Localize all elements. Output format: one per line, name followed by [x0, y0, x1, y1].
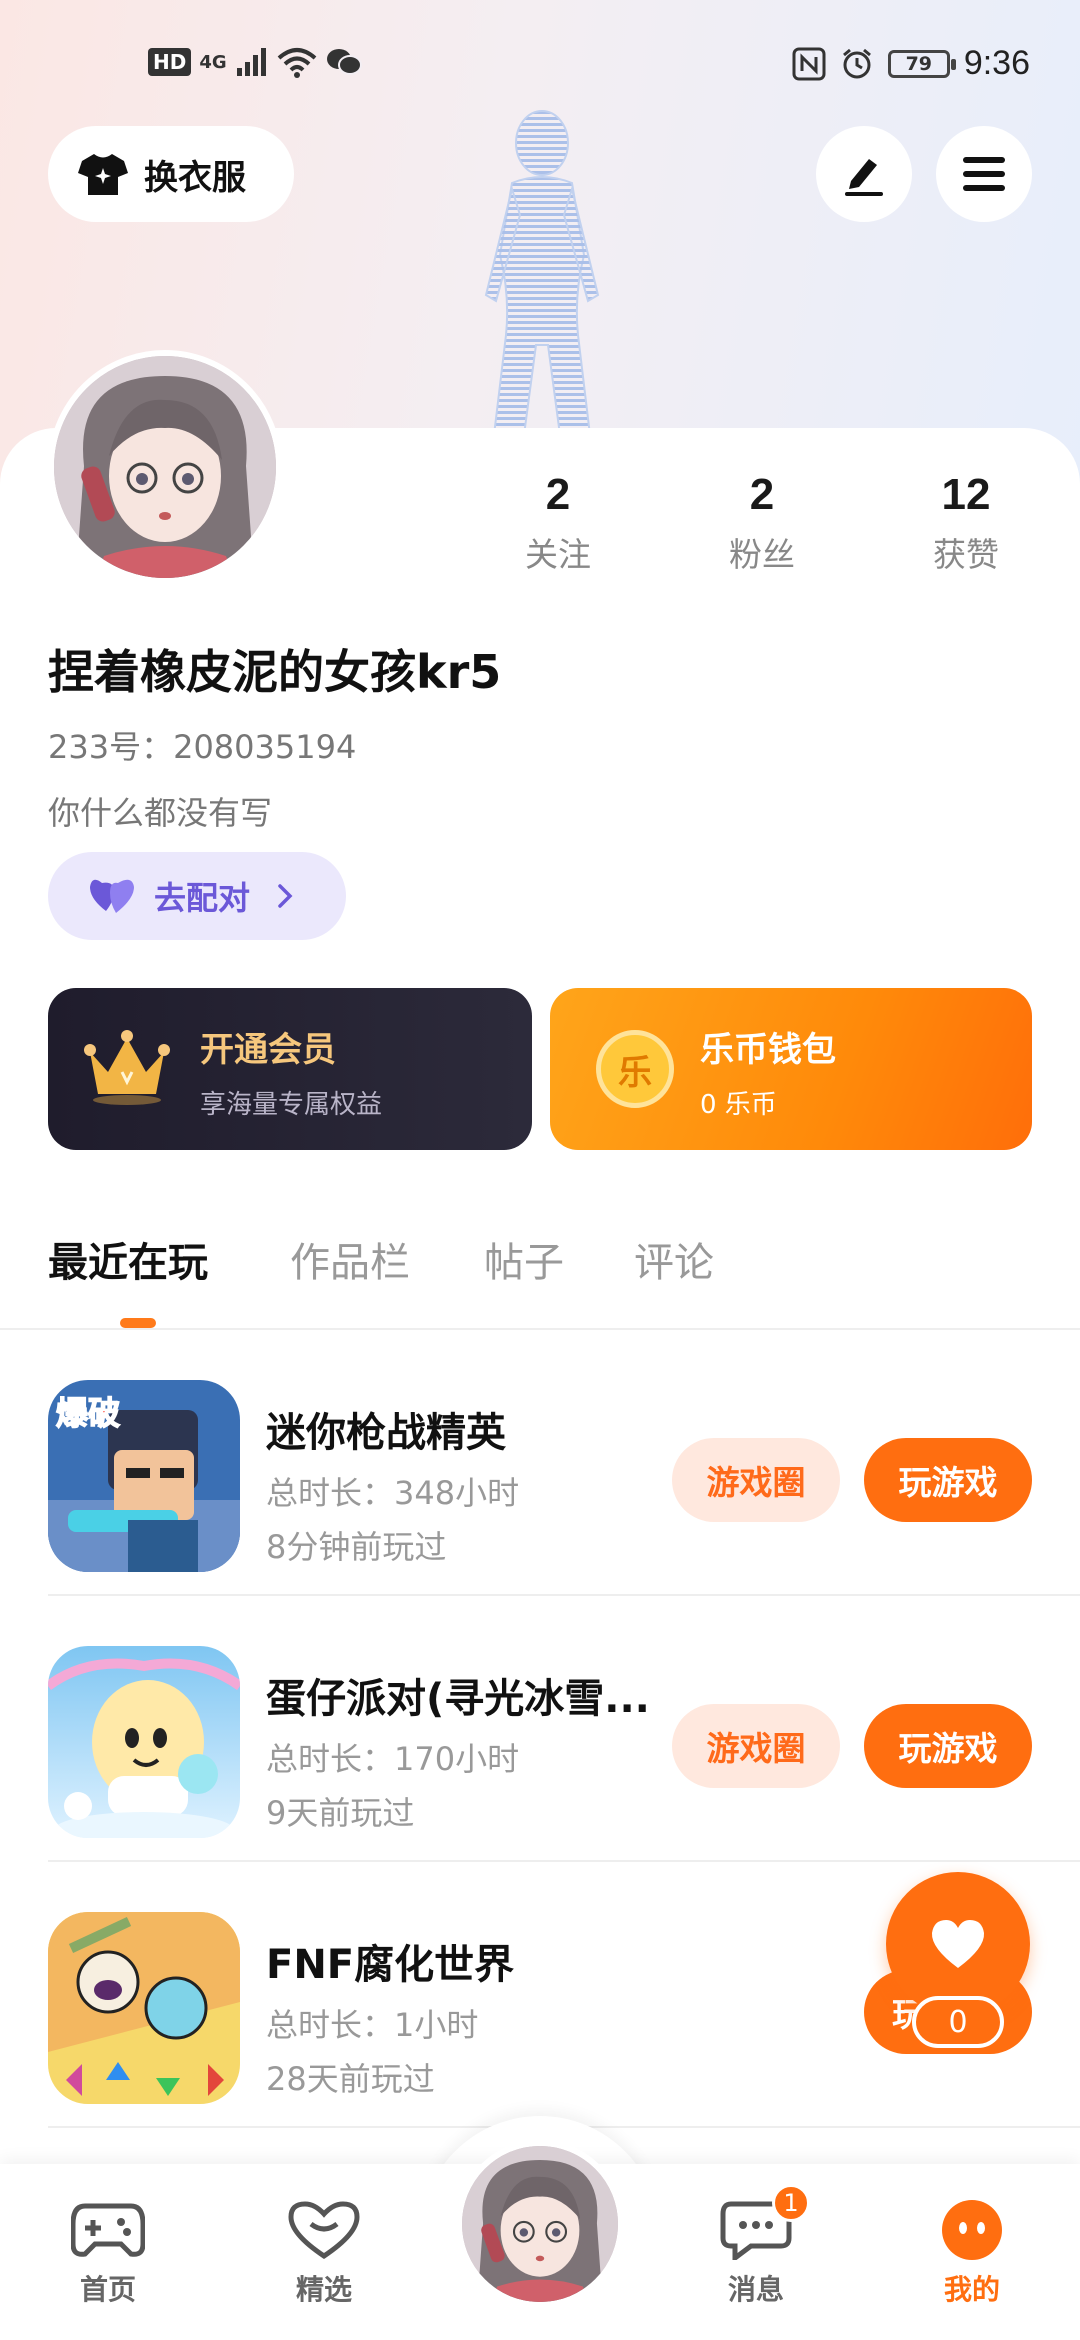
nav-messages[interactable]: 消息 [686, 2200, 826, 2308]
game-name: FNF腐化世界 [266, 1942, 515, 1988]
stat-label: 关注 [525, 535, 591, 574]
signal-icon [236, 48, 266, 76]
crown-icon [84, 1030, 170, 1105]
wallet-subtitle: 0 乐币 [700, 1090, 777, 1120]
profile-avatar[interactable] [48, 350, 282, 584]
nav-mine-label: 我的 [943, 2273, 1000, 2306]
tab-works[interactable]: 作品栏 [290, 1230, 410, 1288]
hologram-figure-image[interactable] [450, 105, 635, 435]
avatar-illustration [54, 356, 276, 578]
pencil-icon [845, 159, 883, 196]
game-name: 迷你枪战精英 [266, 1410, 506, 1456]
vip-card[interactable]: 开通会员 享海量专属权益 [48, 988, 532, 1150]
vip-subtitle: 享海量专属权益 [200, 1090, 383, 1120]
game-duration: 总时长：170小时 [266, 1740, 520, 1778]
nfc-icon [792, 47, 826, 80]
stat-label: 获赞 [933, 535, 999, 574]
stat-following[interactable]: 2 关注 [478, 470, 638, 576]
message-badge: 1 [772, 2184, 810, 2222]
coin-icon: 乐 [596, 1030, 674, 1108]
game-icon [48, 1912, 240, 2104]
game-icon-art: 爆破 [48, 1380, 240, 1572]
game-last-played: 8分钟前玩过 [266, 1528, 447, 1566]
tab-indicator [120, 1318, 156, 1328]
edit-profile-button[interactable] [816, 126, 912, 222]
vip-title: 开通会员 [200, 1030, 336, 1070]
nav-messages-label: 消息 [727, 2273, 784, 2306]
game-last-played: 28天前玩过 [266, 2060, 435, 2098]
game-duration: 总时长：1小时 [266, 2006, 479, 2044]
change-outfit-button[interactable]: 换衣服 [48, 126, 294, 222]
like-fab-button[interactable] [886, 1872, 1030, 2016]
stat-value: 2 [545, 470, 571, 519]
username: 捏着橡皮泥的女孩kr5 [48, 645, 502, 699]
like-count: 0 [912, 1996, 1004, 2048]
game-icon-label: 爆破 [56, 1394, 120, 1432]
match-label: 去配对 [154, 879, 251, 917]
game-name: 蛋仔派对(寻光冰雪... [266, 1676, 650, 1722]
heart-outline-icon [288, 2201, 360, 2260]
tab-comments[interactable]: 评论 [634, 1230, 714, 1288]
game-row[interactable]: 蛋仔派对(寻光冰雪... 总时长：170小时 9天前玩过 游戏圈 玩游戏 [48, 1596, 1080, 1862]
wallet-title: 乐币钱包 [700, 1030, 836, 1070]
game-icon: 爆破 [48, 1380, 240, 1572]
avatar-illustration [462, 2146, 618, 2302]
stat-likes[interactable]: 12 获赞 [886, 470, 1046, 576]
menu-button[interactable] [936, 126, 1032, 222]
stat-fans[interactable]: 2 粉丝 [682, 470, 842, 576]
shirt-icon [78, 154, 128, 195]
stat-label: 粉丝 [729, 535, 795, 574]
change-outfit-label: 换衣服 [144, 157, 246, 198]
hamburger-icon [963, 157, 1005, 191]
status-bar: HD 4G 79 9:36 [0, 0, 1080, 130]
match-button[interactable]: 去配对 [48, 852, 346, 940]
game-circle-button[interactable]: 游戏圈 [672, 1704, 840, 1788]
nav-featured-label: 精选 [295, 2273, 352, 2306]
profile-tabs: 最近在玩 作品栏 帖子 评论 [0, 1230, 1080, 1330]
stat-value: 12 [941, 470, 991, 519]
profile-face-icon [942, 2200, 1002, 2260]
play-game-button[interactable]: 玩游戏 [864, 1704, 1032, 1788]
user-id: 233号：208035194 [48, 728, 357, 766]
play-game-button[interactable]: 玩游戏 [864, 1438, 1032, 1522]
game-icon [48, 1646, 240, 1838]
game-icon-art [48, 1912, 240, 2104]
heart-pair-icon [90, 879, 134, 913]
network-type: 4G [199, 51, 227, 73]
wallet-card[interactable]: 乐 乐币钱包 0 乐币 [550, 988, 1032, 1150]
wechat-icon [326, 49, 362, 75]
nav-mine[interactable]: 我的 [902, 2200, 1042, 2308]
nav-avatar-button[interactable] [456, 2140, 624, 2308]
tab-recent-play[interactable]: 最近在玩 [48, 1230, 208, 1288]
wifi-icon [277, 48, 316, 78]
alarm-icon [842, 48, 871, 78]
nav-home[interactable]: 首页 [38, 2200, 178, 2308]
coin-glyph: 乐 [618, 1052, 652, 1093]
nav-featured[interactable]: 精选 [254, 2200, 394, 2308]
heart-icon [931, 1920, 985, 1968]
chevron-right-icon [278, 884, 293, 908]
game-circle-button[interactable]: 游戏圈 [672, 1438, 840, 1522]
gamepad-icon [70, 2203, 146, 2257]
battery-indicator: 79 [887, 49, 956, 78]
user-bio: 你什么都没有写 [48, 794, 273, 832]
tab-posts[interactable]: 帖子 [484, 1230, 564, 1288]
game-duration: 总时长：348小时 [266, 1474, 520, 1512]
stat-value: 2 [749, 470, 775, 519]
game-row[interactable]: 爆破 迷你枪战精英 总时长：348小时 8分钟前玩过 游戏圈 玩游戏 [48, 1330, 1080, 1596]
hd-icon: HD [148, 48, 192, 76]
clock: 9:36 [963, 44, 1030, 82]
game-icon-art [48, 1646, 240, 1838]
game-last-played: 9天前玩过 [266, 1794, 415, 1832]
nav-home-label: 首页 [79, 2273, 136, 2306]
